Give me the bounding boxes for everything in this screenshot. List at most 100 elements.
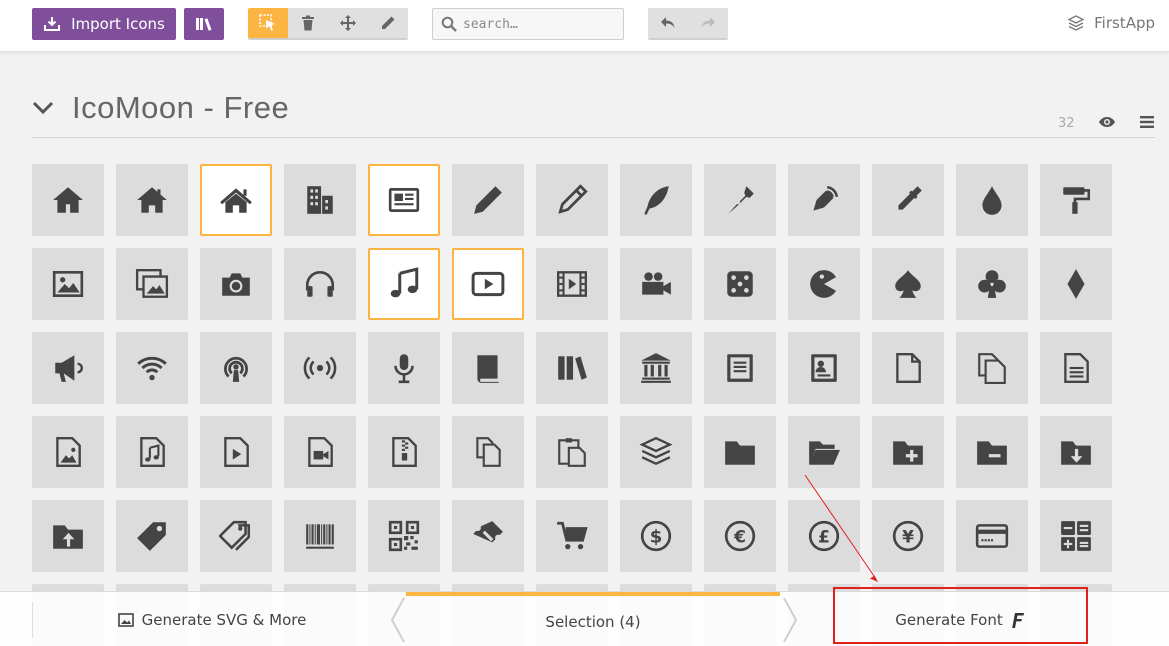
icon-tile-stack[interactable] [620, 416, 692, 488]
icon-tile-paint-format[interactable] [1040, 164, 1112, 236]
icon-tile-play[interactable] [452, 248, 524, 320]
generate-font-button[interactable]: Generate Font [834, 592, 1086, 646]
icon-tile-profile[interactable] [788, 332, 860, 404]
icon-tile-spades[interactable] [872, 248, 944, 320]
select-tool-button[interactable] [248, 8, 288, 38]
icon-tile-copy[interactable] [452, 416, 524, 488]
selection-tab[interactable]: Selection (4) [406, 592, 780, 646]
ticket-icon [473, 521, 503, 543]
icon-tile-mic[interactable] [368, 332, 440, 404]
edit-tool-button[interactable] [368, 8, 408, 38]
delete-tool-button[interactable] [288, 8, 328, 38]
icon-tile-file-video[interactable] [284, 416, 356, 488]
icon-tile-file-text2[interactable] [1040, 332, 1112, 404]
icon-tile-file-zip[interactable] [368, 416, 440, 488]
pencil-icon [474, 186, 502, 214]
icon-tile-video-camera[interactable] [620, 248, 692, 320]
icon-tile-folder-download[interactable] [1040, 416, 1112, 488]
barcode-icon [306, 524, 334, 549]
icon-tile-file-picture[interactable] [32, 416, 104, 488]
film-icon [557, 271, 587, 297]
icon-tile-pencil2[interactable] [536, 164, 608, 236]
icon-tile-diamonds[interactable] [1040, 248, 1112, 320]
icon-tile-coin-yen[interactable]: ¥ [872, 500, 944, 572]
icon-tile-calculator[interactable] [1040, 500, 1112, 572]
icon-tile-pen[interactable] [704, 164, 776, 236]
svg-text:€: € [733, 527, 746, 547]
icon-tile-price-tags[interactable] [200, 500, 272, 572]
search-box[interactable] [432, 8, 624, 40]
icon-tile-file-empty[interactable] [872, 332, 944, 404]
folder-download-icon [1061, 441, 1091, 465]
icon-tile-quill[interactable] [620, 164, 692, 236]
eye-icon[interactable] [1098, 116, 1116, 128]
icon-count: 32 [1058, 116, 1075, 131]
icon-tile-files-empty[interactable] [956, 332, 1028, 404]
icon-tile-image[interactable] [32, 248, 104, 320]
icon-tile-coin-dollar[interactable]: $ [620, 500, 692, 572]
file-picture-icon [56, 437, 81, 467]
feed-icon [303, 356, 337, 380]
icon-set-title: IcoMoon - Free [72, 90, 290, 125]
project-link[interactable]: FirstApp [1068, 14, 1155, 32]
icon-tile-home2[interactable] [116, 164, 188, 236]
icon-tile-blog[interactable] [788, 164, 860, 236]
icon-tile-pacman[interactable] [788, 248, 860, 320]
move-tool-button[interactable] [328, 8, 368, 38]
icon-tile-music[interactable] [368, 248, 440, 320]
clubs-icon [978, 270, 1006, 298]
icon-tile-images[interactable] [116, 248, 188, 320]
icon-tile-credit-card[interactable] [956, 500, 1028, 572]
menu-icon[interactable] [1139, 115, 1155, 129]
icon-tile-folder[interactable] [704, 416, 776, 488]
dice-icon [727, 271, 753, 297]
icon-tile-library[interactable] [620, 332, 692, 404]
icon-tile-folder-plus[interactable] [872, 416, 944, 488]
folder-upload-icon [53, 525, 83, 549]
icon-tile-book[interactable] [452, 332, 524, 404]
generate-svg-button[interactable]: Generate SVG & More [32, 592, 392, 646]
history-group [648, 8, 728, 40]
icon-tile-camera[interactable] [200, 248, 272, 320]
icon-tile-clubs[interactable] [956, 248, 1028, 320]
icon-tile-folder-upload[interactable] [32, 500, 104, 572]
icon-tile-office[interactable] [284, 164, 356, 236]
icon-tile-file-music[interactable] [116, 416, 188, 488]
icon-tile-home[interactable] [32, 164, 104, 236]
icon-tile-feed[interactable] [284, 332, 356, 404]
icon-tile-podcast[interactable] [200, 332, 272, 404]
chevron-down-icon[interactable] [32, 100, 54, 116]
icon-tile-coin-pound[interactable]: £ [788, 500, 860, 572]
library-button[interactable] [184, 8, 224, 40]
icon-tile-dice[interactable] [704, 248, 776, 320]
icon-tile-file-play[interactable] [200, 416, 272, 488]
icon-tile-pencil[interactable] [452, 164, 524, 236]
icon-tile-bullhorn[interactable] [32, 332, 104, 404]
droplet-icon [982, 186, 1002, 215]
icon-tile-eyedropper[interactable] [872, 164, 944, 236]
icon-tile-film[interactable] [536, 248, 608, 320]
icon-tile-cart[interactable] [536, 500, 608, 572]
icon-tile-file-text[interactable] [704, 332, 776, 404]
icon-tile-folder-open[interactable] [788, 416, 860, 488]
icon-tile-books[interactable] [536, 332, 608, 404]
icon-tile-folder-minus[interactable] [956, 416, 1028, 488]
icon-tile-connection[interactable] [116, 332, 188, 404]
icon-tile-paste[interactable] [536, 416, 608, 488]
file-music-icon [140, 437, 165, 467]
icon-tile-coin-euro[interactable]: € [704, 500, 776, 572]
search-input[interactable] [463, 16, 623, 32]
icon-tile-headphones[interactable] [284, 248, 356, 320]
icon-tile-qrcode[interactable] [368, 500, 440, 572]
icon-tile-droplet[interactable] [956, 164, 1028, 236]
icon-tile-newspaper[interactable] [368, 164, 440, 236]
icon-tile-barcode[interactable] [284, 500, 356, 572]
qrcode-icon [388, 520, 420, 552]
redo-button[interactable] [688, 8, 728, 38]
icon-tile-ticket[interactable] [452, 500, 524, 572]
undo-button[interactable] [648, 8, 688, 38]
icon-tile-price-tag[interactable] [116, 500, 188, 572]
play-icon [471, 271, 505, 297]
icon-tile-home3[interactable] [200, 164, 272, 236]
import-icons-button[interactable]: Import Icons [32, 8, 176, 40]
